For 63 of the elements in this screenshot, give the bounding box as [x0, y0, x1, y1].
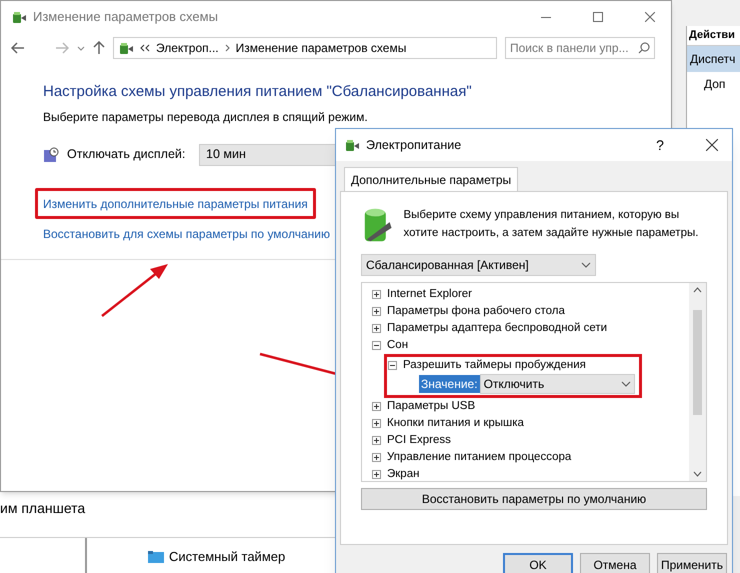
chevron-icon	[621, 381, 631, 387]
close-icon[interactable]	[706, 139, 718, 151]
expand-icon[interactable]	[372, 453, 381, 462]
expand-icon[interactable]	[372, 436, 381, 445]
chevron-icon	[581, 262, 591, 268]
scheme-dropdown[interactable]: Сбалансированная [Активен]	[361, 254, 596, 276]
search-field[interactable]: Поиск в панели упр...	[505, 37, 655, 59]
chevron-icon	[224, 44, 230, 52]
maximize-icon[interactable]	[593, 12, 603, 22]
settings-link[interactable]: Восстановить для схемы параметры по умолчанию	[43, 227, 330, 241]
tab[interactable]: Дополнительные параметры	[344, 167, 518, 191]
settings-link[interactable]: Изменить дополнительные параметры питания	[43, 196, 308, 210]
dialog-button[interactable]: Отмена	[580, 553, 650, 573]
tree-item[interactable]: Параметры адаптера беспроводной сети	[387, 320, 608, 338]
back-icon[interactable]	[11, 42, 25, 54]
value-dropdown[interactable]: Отключить	[480, 374, 635, 394]
expand-icon[interactable]	[372, 290, 381, 299]
field-label: Отключать дисплей:	[67, 146, 186, 164]
search-icon	[638, 42, 650, 54]
breadcrumb-item[interactable]: Электроп...	[156, 39, 219, 57]
forward-icon	[55, 42, 69, 54]
dropdown-icon[interactable]	[77, 46, 85, 50]
collapse-icon[interactable]	[388, 361, 397, 370]
device-item[interactable]: Системный таймер	[169, 547, 286, 567]
dialog-button[interactable]: Применить	[657, 553, 727, 573]
address-bar[interactable]: Электроп... Изменение параметров схемы	[113, 37, 497, 59]
tree-item[interactable]: Кнопки питания и крышка	[387, 414, 524, 432]
scroll-up-icon[interactable]	[693, 287, 702, 293]
restore-defaults-button[interactable]: Восстановить параметры по умолчанию	[361, 488, 707, 510]
folder-icon	[148, 551, 164, 563]
arrow-annotation	[100, 262, 170, 318]
minimize-icon[interactable]	[541, 16, 551, 18]
actions-item[interactable]: Диспетч	[687, 46, 740, 72]
tree-item[interactable]: Управление питанием процессора	[387, 448, 572, 466]
help-button[interactable]: ?	[650, 134, 670, 156]
collapse-icon[interactable]	[372, 341, 381, 350]
dialog-button[interactable]: OK	[503, 553, 573, 573]
breadcrumb-item[interactable]: Изменение параметров схемы	[236, 39, 406, 57]
tree-item[interactable]: Экран	[387, 466, 420, 481]
clock-icon	[43, 146, 59, 162]
setting-label: Значение:	[419, 375, 480, 393]
tablet-mode-text: им планшета	[0, 499, 86, 518]
scroll-down-icon[interactable]	[693, 471, 702, 477]
window-title: Изменение параметров схемы	[33, 8, 219, 26]
up-icon[interactable]	[93, 41, 105, 55]
tree-item[interactable]: Internet Explorer	[387, 286, 472, 304]
chevrons-icon	[140, 44, 150, 52]
tree-item[interactable]: Параметры фона рабочего стола	[387, 302, 565, 320]
actions-item[interactable]: Доп	[687, 72, 740, 96]
scrollbar[interactable]	[689, 283, 706, 481]
expand-icon[interactable]	[372, 402, 381, 411]
close-icon[interactable]	[645, 12, 655, 22]
expand-icon[interactable]	[372, 470, 381, 479]
tree-item[interactable]: Разрешить таймеры пробуждения	[403, 356, 586, 374]
page-heading: Настройка схемы управления питанием "Сбалансированная"	[43, 82, 473, 102]
tree-item[interactable]: PCI Express	[387, 432, 451, 450]
expand-icon[interactable]	[372, 324, 381, 333]
dialog-description: Выберите схему управления питанием, которую вы хотите настроить, а затем задайте нужные параметры.	[403, 208, 700, 241]
tree-item[interactable]: Сон	[387, 336, 408, 354]
subtitle: Выберите параметры перевода дисплея в спящий режим.	[43, 108, 369, 126]
expand-icon[interactable]	[372, 307, 381, 316]
expand-icon[interactable]	[372, 419, 381, 428]
tree-item[interactable]: Параметры USB	[387, 398, 476, 416]
